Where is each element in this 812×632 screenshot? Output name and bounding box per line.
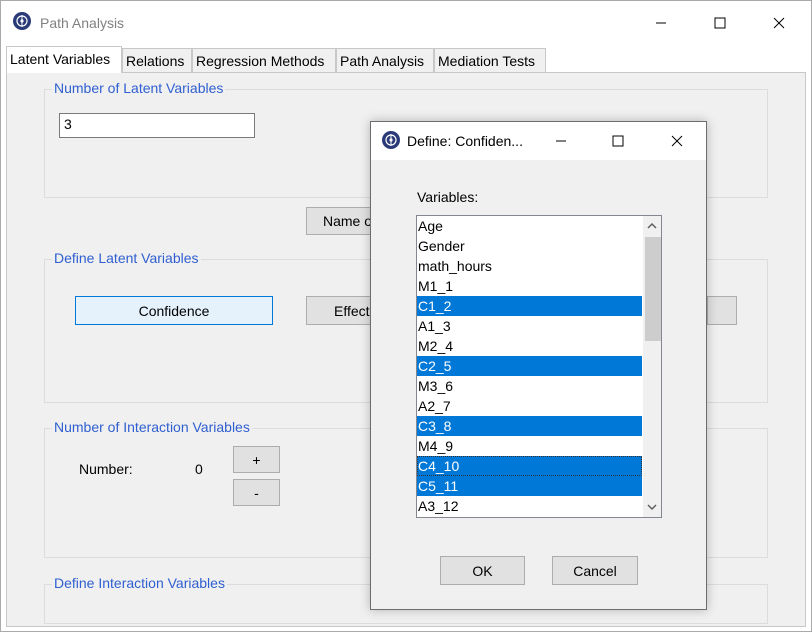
ok-button[interactable]: OK [440,556,525,585]
close-icon [671,135,683,147]
title-bar: Path Analysis [1,1,811,43]
number-label: Number: [79,461,133,477]
app-icon [13,12,31,30]
dialog-minimize-button[interactable] [538,127,584,155]
dialog-close-button[interactable] [654,127,700,155]
latent-button-3[interactable] [707,296,737,325]
number-value: 0 [195,461,203,477]
list-item[interactable]: C3_8 [417,416,642,436]
scroll-up-icon[interactable] [647,222,657,230]
variables-listbox[interactable]: Age Gender math_hours M1_1 C1_2 A1_3 M2_4 C2_5 M… [416,215,662,518]
list-item[interactable]: C4_10 [417,456,642,476]
minimize-button[interactable] [638,9,684,37]
dialog-title: Define: Confiden... [407,133,523,149]
scroll-down-icon[interactable] [647,503,657,511]
list-item[interactable]: C2_5 [417,356,642,376]
latent-count-group-label: Number of Latent Variables [52,80,226,96]
list-item[interactable]: M4_9 [417,436,642,456]
close-icon [773,17,785,29]
define-interaction-group-label: Define Interaction Variables [52,575,227,591]
confidence-button[interactable]: Confidence [75,296,273,325]
minus-button[interactable]: - [233,479,280,506]
close-button[interactable] [756,9,802,37]
dialog-app-icon [382,131,400,149]
define-latent-group-label: Define Latent Variables [52,250,201,266]
scrollbar-thumb[interactable] [645,237,661,341]
tab-path-analysis[interactable]: Path Analysis [336,48,434,72]
tab-strip: Latent Variables Relations Regression Me… [6,46,806,73]
maximize-icon [612,135,624,147]
window-title: Path Analysis [40,15,125,31]
dialog-title-bar: Define: Confiden... [371,122,706,160]
dialog-maximize-button[interactable] [595,127,641,155]
list-item[interactable]: C1_2 [417,296,642,316]
tab-latent-variables[interactable]: Latent Variables [6,46,122,73]
maximize-button[interactable] [697,9,743,37]
variables-label: Variables: [417,189,479,205]
plus-button[interactable]: + [233,446,280,473]
list-item[interactable]: M2_4 [417,336,642,356]
minimize-icon [656,22,666,24]
list-item[interactable]: M1_1 [417,276,642,296]
minimize-icon [556,140,566,142]
list-item[interactable]: C5_11 [417,476,642,496]
latent-count-input[interactable]: 3 [59,113,255,138]
list-item[interactable]: A1_3 [417,316,642,336]
list-item[interactable]: M3_6 [417,376,642,396]
list-item[interactable]: math_hours [417,256,642,276]
interaction-count-group-label: Number of Interaction Variables [52,419,252,435]
maximize-icon [714,17,726,29]
list-item[interactable]: Age [417,216,642,236]
list-item[interactable]: Gender [417,236,642,256]
list-item[interactable]: A2_7 [417,396,642,416]
listbox-scrollbar[interactable] [643,216,661,517]
list-item[interactable]: A3_12 [417,496,642,516]
tab-relations[interactable]: Relations [122,48,192,72]
cancel-button[interactable]: Cancel [552,556,638,585]
tab-regression-methods[interactable]: Regression Methods [192,48,336,72]
define-dialog: Define: Confiden... Variables: Age Gender… [370,121,707,610]
tab-mediation-tests[interactable]: Mediation Tests [434,48,546,72]
